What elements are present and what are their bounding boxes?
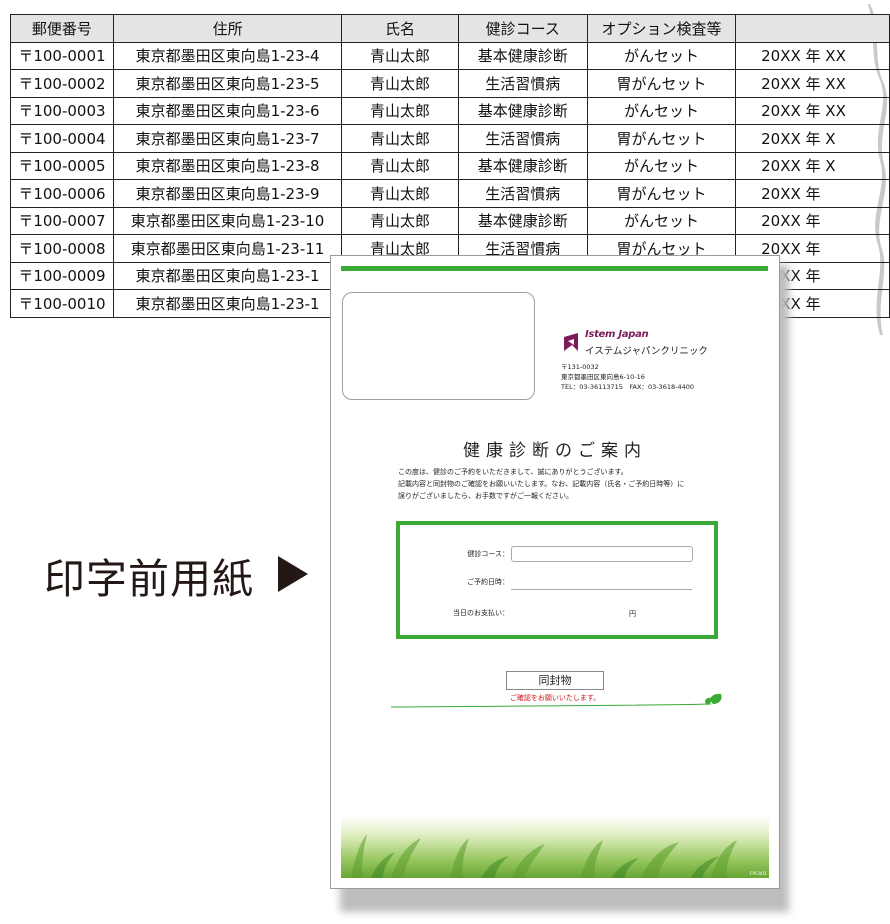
header-postal: 郵便番号 <box>10 14 114 43</box>
date-field-line <box>511 589 692 590</box>
cell-options: 胃がんセット <box>586 69 737 98</box>
course-label: 健診コース： <box>467 550 509 558</box>
cell-options: がんセット <box>586 41 737 70</box>
cell-postal: 〒100-0007 <box>10 206 114 235</box>
yen-label: 円 <box>629 610 636 618</box>
table-row: 〒100-0005 東京都墨田区東向島1-23-8 青山太郎 基本健康診断 がんセット 2… <box>10 151 890 180</box>
pre-print-document: Istem Japan イステムジャパンクリニック 〒131-0032 東京都墨… <box>330 255 780 889</box>
cell-name: 青山太郎 <box>341 41 459 70</box>
intro-line: 誤りがございましたら、お手数ですがご一報ください。 <box>398 492 573 500</box>
cell-options: 胃がんセット <box>586 179 737 208</box>
cell-options: がんセット <box>586 96 737 125</box>
table-row: 〒100-0003 東京都墨田区東向島1-23-6 青山太郎 基本健康診断 がんセット 2… <box>10 96 890 125</box>
course-field <box>511 546 693 562</box>
header-address: 住所 <box>112 14 343 43</box>
header-name: 氏名 <box>341 14 459 43</box>
cell-course: 生活習慣病 <box>457 179 588 208</box>
arrow-right-icon <box>278 556 308 592</box>
pre-print-paper-label: 印字前用紙 <box>44 555 254 603</box>
logo-japanese: イステムジャパンクリニック <box>585 346 708 357</box>
table-row: 〒100-0001 東京都墨田区東向島1-23-4 青山太郎 基本健康診断 がんセット 2… <box>10 41 890 70</box>
cell-postal: 〒100-0003 <box>10 96 114 125</box>
header-date <box>735 14 890 43</box>
cell-postal: 〒100-0002 <box>10 69 114 98</box>
intro-line: この度は、健診のご予約をいただきまして、誠にありがとうございます。 <box>398 468 628 476</box>
cell-name: 青山太郎 <box>341 96 459 125</box>
cell-course: 基本健康診断 <box>457 206 588 235</box>
cell-address: 東京都墨田区東向島1-23-11 <box>112 234 343 263</box>
cell-name: 青山太郎 <box>341 179 459 208</box>
cell-address: 東京都墨田区東向島1-23-5 <box>112 69 343 98</box>
cell-postal: 〒100-0001 <box>10 41 114 70</box>
cell-postal: 〒100-0004 <box>10 124 114 153</box>
cell-address: 東京都墨田区東向島1-23-8 <box>112 151 343 180</box>
cell-address: 東京都墨田区東向島1-23-6 <box>112 96 343 125</box>
cell-name: 青山太郎 <box>341 124 459 153</box>
cell-address: 東京都墨田区東向島1-23-1 <box>112 261 343 290</box>
clinic-address: 〒131-0032 東京都墨田区東向島6-10-16 TEL：03-361137… <box>561 362 694 392</box>
table-header-row: 郵便番号 住所 氏名 健診コース オプション検査等 <box>10 14 890 43</box>
cell-address: 東京都墨田区東向島1-23-7 <box>112 124 343 153</box>
cell-postal: 〒100-0005 <box>10 151 114 180</box>
cell-options: がんセット <box>586 151 737 180</box>
cell-options: がんセット <box>586 206 737 235</box>
cell-postal: 〒100-0009 <box>10 261 114 290</box>
table-row: 〒100-0004 東京都墨田区東向島1-23-7 青山太郎 生活習慣病 胃がんセット 2… <box>10 124 890 153</box>
cell-date: 20XX 年 XX <box>735 96 890 125</box>
date-label: ご予約日時： <box>467 578 509 586</box>
address-line: TEL：03-36113715 FAX：03-3618-4400 <box>561 383 694 391</box>
cell-date: 20XX 年 XX <box>735 69 890 98</box>
cell-course: 生活習慣病 <box>457 69 588 98</box>
cell-date: 20XX 年 <box>735 179 890 208</box>
cell-address: 東京都墨田区東向島1-23-4 <box>112 41 343 70</box>
cell-course: 基本健康診断 <box>457 96 588 125</box>
cell-name: 青山太郎 <box>341 206 459 235</box>
cell-postal: 〒100-0008 <box>10 234 114 263</box>
cell-name: 青山太郎 <box>341 69 459 98</box>
cell-date: 20XX 年 X <box>735 151 890 180</box>
document-title: 健康診断のご案内 <box>463 441 647 461</box>
table-row: 〒100-0002 東京都墨田区東向島1-23-5 青山太郎 生活習慣病 胃がんセット 2… <box>10 69 890 98</box>
cell-course: 基本健康診断 <box>457 41 588 70</box>
header-options: オプション検査等 <box>586 14 737 43</box>
intro-text: この度は、健診のご予約をいただきまして、誠にありがとうございます。 記載内容と同… <box>398 466 684 502</box>
cell-address: 東京都墨田区東向島1-23-10 <box>112 206 343 235</box>
cell-address: 東京都墨田区東向島1-23-9 <box>112 179 343 208</box>
form-code: FPC001 <box>749 872 767 877</box>
enclosure-label: 同封物 <box>506 671 604 690</box>
cell-name: 青山太郎 <box>341 151 459 180</box>
address-line: 〒131-0032 <box>561 363 599 371</box>
enclosure-note: ご確認をお願いいたします。 <box>509 694 601 702</box>
intro-line: 記載内容と同封物のご確認をお願いいたします。なお、記載内容（氏名・ご予約日時等）… <box>398 480 685 488</box>
cell-postal: 〒100-0006 <box>10 179 114 208</box>
cell-course: 基本健康診断 <box>457 151 588 180</box>
header-course: 健診コース <box>457 14 588 43</box>
cell-address: 東京都墨田区東向島1-23-1 <box>112 289 343 318</box>
envelope-window <box>342 292 535 400</box>
table-row: 〒100-0006 東京都墨田区東向島1-23-9 青山太郎 生活習慣病 胃がんセット 2… <box>10 179 890 208</box>
cell-postal: 〒100-0010 <box>10 289 114 318</box>
grass-blades <box>351 834 737 878</box>
cell-date: 20XX 年 XX <box>735 41 890 70</box>
payment-label: 当日のお支払い： <box>453 609 509 617</box>
table-row: 〒100-0007 東京都墨田区東向島1-23-10 青山太郎 基本健康診断 がんセット… <box>10 206 890 235</box>
cell-date: 20XX 年 <box>735 206 890 235</box>
logo-english: Istem Japan <box>585 329 649 340</box>
clinic-logo-icon <box>564 333 578 351</box>
top-green-bar <box>341 266 768 271</box>
cell-options: 胃がんセット <box>586 124 737 153</box>
cell-course: 生活習慣病 <box>457 124 588 153</box>
cell-date: 20XX 年 X <box>735 124 890 153</box>
address-line: 東京都墨田区東向島6-10-16 <box>561 373 645 381</box>
